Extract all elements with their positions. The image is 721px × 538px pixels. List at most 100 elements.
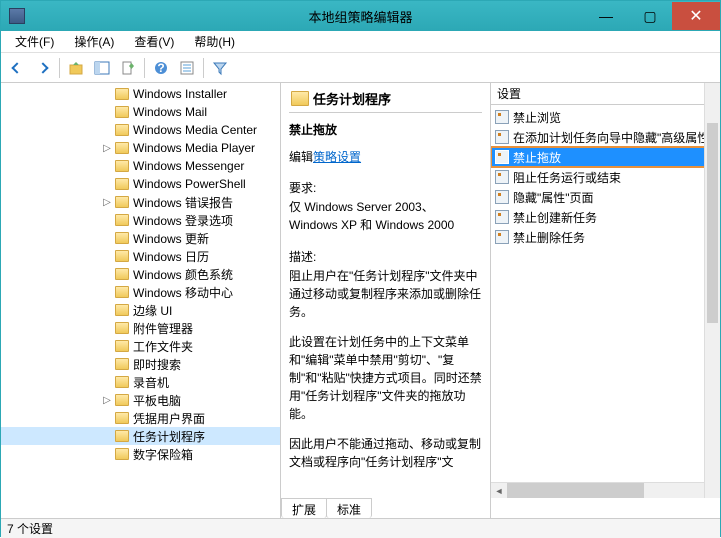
maximize-button[interactable]: ▢ xyxy=(628,2,672,30)
filter-button[interactable] xyxy=(208,56,232,80)
requirements-label: 要求: xyxy=(289,179,482,196)
settings-list[interactable]: 禁止浏览在添加计划任务向导中隐藏"高级属性禁止拖放阻止任务运行或结束隐藏"属性"… xyxy=(491,105,720,249)
tree-item[interactable]: 录音机 xyxy=(1,373,280,391)
window-title: 本地组策略编辑器 xyxy=(308,7,412,26)
list-item[interactable]: 隐藏"属性"页面 xyxy=(491,187,720,207)
up-button[interactable] xyxy=(64,56,88,80)
tree-item-label: Windows Media Player xyxy=(133,141,255,155)
right-pane: 任务计划程序 禁止拖放 编辑策略设置 要求: 仅 Windows Server … xyxy=(281,83,720,518)
tree-item-label: Windows Media Center xyxy=(133,123,257,137)
folder-icon xyxy=(115,430,129,442)
tree-item[interactable]: Windows 移动中心 xyxy=(1,283,280,301)
policy-icon xyxy=(495,230,509,244)
tab-extended[interactable]: 扩展 xyxy=(281,498,327,518)
tree-item[interactable]: ▷ Windows 错误报告 xyxy=(1,193,280,211)
properties-button[interactable] xyxy=(175,56,199,80)
list-item[interactable]: 阻止任务运行或结束 xyxy=(491,167,720,187)
vertical-scrollbar[interactable] xyxy=(704,83,720,498)
titlebar[interactable]: 本地组策略编辑器 ― ▢ ✕ xyxy=(1,1,720,31)
folder-icon xyxy=(115,358,129,370)
policy-icon xyxy=(495,110,509,124)
tree-item-label: 录音机 xyxy=(133,374,169,391)
menu-help[interactable]: 帮助(H) xyxy=(184,33,245,50)
svg-text:?: ? xyxy=(157,61,164,75)
close-button[interactable]: ✕ xyxy=(672,2,720,30)
tree-item-label: 数字保险箱 xyxy=(133,446,193,463)
description-text-1: 阻止用户在"任务计划程序"文件夹中通过移动或复制程序来添加或删除任务。 xyxy=(289,267,482,321)
list-item[interactable]: 禁止创建新任务 xyxy=(491,207,720,227)
tree-item[interactable]: ▷ 平板电脑 xyxy=(1,391,280,409)
tree-item[interactable]: Windows Media Center xyxy=(1,121,280,139)
settings-list-pane: 设置 禁止浏览在添加计划任务向导中隐藏"高级属性禁止拖放阻止任务运行或结束隐藏"… xyxy=(491,83,720,518)
policy-icon xyxy=(495,190,509,204)
horizontal-scrollbar[interactable]: ◄► xyxy=(491,482,720,498)
folder-icon xyxy=(291,91,309,106)
tab-standard[interactable]: 标准 xyxy=(326,498,372,518)
tree-item-label: Windows Installer xyxy=(133,87,227,101)
forward-button[interactable] xyxy=(31,56,55,80)
description-text-2: 此设置在计划任务中的上下文菜单和"编辑"菜单中禁用"剪切"、"复制"和"粘贴"快… xyxy=(289,333,482,423)
folder-icon xyxy=(115,160,129,172)
tree-item[interactable]: 凭据用户界面 xyxy=(1,409,280,427)
policy-icon xyxy=(495,170,509,184)
tree-item-label: 即时搜索 xyxy=(133,356,181,373)
menubar: 文件(F) 操作(A) 查看(V) 帮助(H) xyxy=(1,31,720,53)
list-item-label: 隐藏"属性"页面 xyxy=(513,189,594,206)
folder-icon xyxy=(115,106,129,118)
show-hide-tree-button[interactable] xyxy=(90,56,114,80)
tree-item[interactable]: 边缘 UI xyxy=(1,301,280,319)
policy-icon xyxy=(495,150,509,164)
tree-item[interactable]: Windows 更新 xyxy=(1,229,280,247)
tree-item[interactable]: Windows PowerShell xyxy=(1,175,280,193)
tree-item-label: Windows 错误报告 xyxy=(133,194,233,211)
list-item[interactable]: 在添加计划任务向导中隐藏"高级属性 xyxy=(491,127,720,147)
folder-icon xyxy=(115,250,129,262)
menu-file[interactable]: 文件(F) xyxy=(5,33,64,50)
folder-icon xyxy=(115,322,129,334)
tree-item[interactable]: 附件管理器 xyxy=(1,319,280,337)
tree-item[interactable]: 数字保险箱 xyxy=(1,445,280,463)
tree-item[interactable]: ▷ Windows Media Player xyxy=(1,139,280,157)
edit-policy-link[interactable]: 策略设置 xyxy=(313,150,361,164)
toolbar: ? xyxy=(1,53,720,83)
settings-column-header[interactable]: 设置 xyxy=(491,83,720,105)
app-icon xyxy=(9,8,25,24)
tree-item[interactable]: 任务计划程序 xyxy=(1,427,280,445)
expander-icon[interactable]: ▷ xyxy=(101,395,113,406)
status-text: 7 个设置 xyxy=(7,520,53,537)
tree-item-label: 工作文件夹 xyxy=(133,338,193,355)
description-label: 描述: xyxy=(289,248,482,265)
expander-icon[interactable]: ▷ xyxy=(101,197,113,208)
list-item[interactable]: 禁止拖放 xyxy=(491,147,720,167)
tree-item-label: 平板电脑 xyxy=(133,392,181,409)
expander-icon[interactable]: ▷ xyxy=(101,143,113,154)
export-button[interactable] xyxy=(116,56,140,80)
tree-item[interactable]: Windows 颜色系统 xyxy=(1,265,280,283)
list-item[interactable]: 禁止删除任务 xyxy=(491,227,720,247)
tree-item[interactable]: Windows Messenger xyxy=(1,157,280,175)
tree-item-label: Windows PowerShell xyxy=(133,177,246,191)
folder-icon xyxy=(115,448,129,460)
folder-icon xyxy=(115,376,129,388)
folder-icon xyxy=(115,304,129,316)
tree-item-label: Windows 更新 xyxy=(133,230,209,247)
folder-icon xyxy=(115,412,129,424)
tree-item[interactable]: 即时搜索 xyxy=(1,355,280,373)
list-item-label: 禁止创建新任务 xyxy=(513,209,597,226)
menu-view[interactable]: 查看(V) xyxy=(124,33,184,50)
tree-item[interactable]: Windows 登录选项 xyxy=(1,211,280,229)
folder-icon xyxy=(115,178,129,190)
help-button[interactable]: ? xyxy=(149,56,173,80)
tree-item[interactable]: 工作文件夹 xyxy=(1,337,280,355)
back-button[interactable] xyxy=(5,56,29,80)
tree-pane[interactable]: Windows Installer Windows Mail Windows Med… xyxy=(1,83,281,518)
folder-icon xyxy=(115,124,129,136)
requirements-text: 仅 Windows Server 2003、Windows XP 和 Windo… xyxy=(289,198,482,234)
tree-item[interactable]: Windows Mail xyxy=(1,103,280,121)
list-item[interactable]: 禁止浏览 xyxy=(491,107,720,127)
tree-item[interactable]: Windows Installer xyxy=(1,85,280,103)
minimize-button[interactable]: ― xyxy=(584,2,628,30)
tree-item[interactable]: Windows 日历 xyxy=(1,247,280,265)
list-item-label: 阻止任务运行或结束 xyxy=(513,169,621,186)
menu-action[interactable]: 操作(A) xyxy=(64,33,124,50)
